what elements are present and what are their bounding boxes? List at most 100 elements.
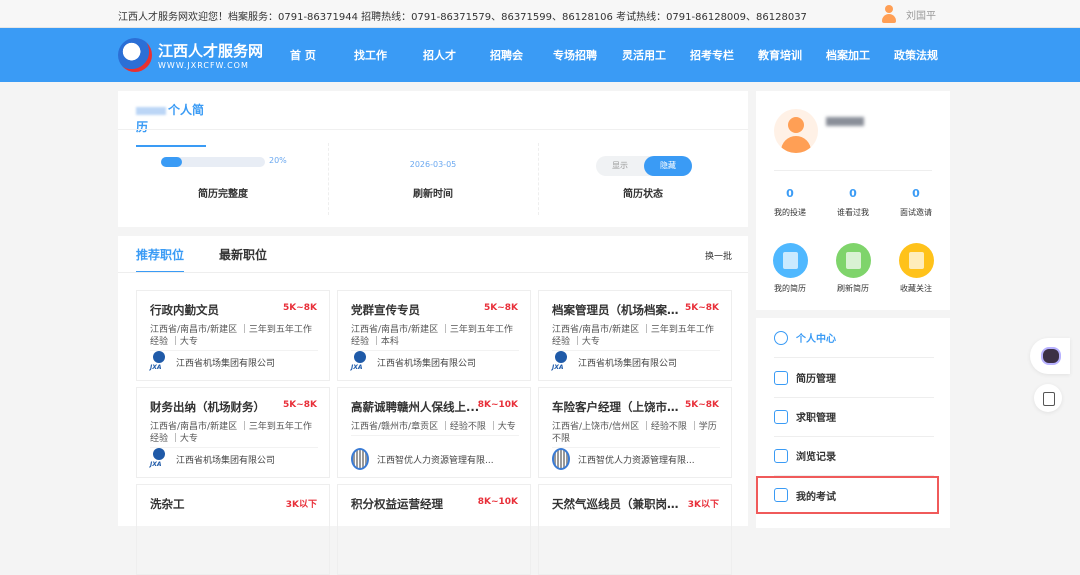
refresh-label: 刷新时间 <box>413 189 453 200</box>
resume-card: 个人简历 20% 简历完整度 2026-03-05 刷新时间 显示 隐藏 简历状… <box>118 91 748 227</box>
stat-applications[interactable]: 0 我的投递 <box>765 187 815 218</box>
resume-icon <box>772 243 808 278</box>
status-label: 简历状态 <box>623 189 663 200</box>
history-icon <box>774 448 788 463</box>
tab-recommended[interactable]: 推荐职位 <box>136 246 185 273</box>
id-card-icon <box>774 370 788 385</box>
job-card[interactable]: 天然气巡线员（兼职岗位... 3K以下 <box>538 484 732 575</box>
refresh-date: 2026-03-05 <box>409 160 457 169</box>
job-company[interactable]: 江西省机场集团有限公司 <box>150 448 320 470</box>
profile-avatar[interactable] <box>774 109 818 153</box>
company-logo-icon <box>552 351 570 373</box>
feedback-button[interactable] <box>1034 384 1062 412</box>
job-info: 江西省/南昌市/新建区 ｜三年到五年工作经验 ｜大专 <box>552 324 720 351</box>
welcome-notice: 江西人才服务网欢迎您！档案服务：0791-86371944 招聘热线：0791-… <box>118 12 807 23</box>
job-title[interactable]: 高薪诚聘赣州人保线上... <box>351 399 481 415</box>
job-card[interactable]: 车险客户经理（上饶市地... 5K~8K 江西省/上饶市/信州区 ｜经验不限 ｜学… <box>538 387 732 478</box>
job-title[interactable]: 洗杂工 <box>150 496 280 512</box>
job-card[interactable]: 积分权益运营经理 8K~10K <box>337 484 531 575</box>
job-salary: 5K~8K <box>282 400 317 410</box>
my-resume-button[interactable]: 我的简历 <box>765 243 815 294</box>
job-salary: 5K~8K <box>483 303 518 313</box>
completeness-label: 简历完整度 <box>198 189 248 200</box>
job-company[interactable]: 江西智优人力资源管理有限... <box>351 448 521 470</box>
job-title[interactable]: 车险客户经理（上饶市地... <box>552 399 682 415</box>
logo-url: WWW.JXRCFW.COM <box>158 61 249 70</box>
nav-special[interactable]: 专场招聘 <box>553 47 597 63</box>
menu-browse-history[interactable]: 浏览记录 <box>774 436 934 476</box>
site-logo[interactable]: 江西人才服务网 WWW.JXRCFW.COM <box>118 38 263 72</box>
job-title[interactable]: 积分权益运营经理 <box>351 496 481 512</box>
stat-viewed-me[interactable]: 0 谁看过我 <box>828 187 878 218</box>
company-logo-icon <box>351 351 369 373</box>
job-salary: 5K~8K <box>684 400 719 410</box>
job-company[interactable]: 江西省机场集团有限公司 <box>552 351 722 373</box>
job-title[interactable]: 财务出纳（机场财务） <box>150 399 280 415</box>
logo-title: 江西人才服务网 <box>158 42 264 60</box>
folder-star-icon <box>898 243 934 278</box>
completeness-value: 20% <box>269 156 287 165</box>
job-salary: 8K~10K <box>477 400 518 410</box>
user-menu-card: 个人中心 简历管理 求职管理 浏览记录 我的考试 <box>756 318 950 528</box>
stat-interviews[interactable]: 0 面试邀请 <box>891 187 941 218</box>
job-salary: 3K以下 <box>285 500 317 510</box>
company-logo-icon <box>150 448 168 470</box>
job-company[interactable]: 江西省机场集团有限公司 <box>150 351 320 373</box>
menu-my-exams[interactable]: 我的考试 <box>756 476 939 514</box>
nav-policy[interactable]: 政策法规 <box>894 47 938 63</box>
user-menu[interactable]: 刘国平 <box>880 4 936 24</box>
resume-title[interactable]: 个人简历 <box>136 101 206 147</box>
job-card[interactable]: 洗杂工 3K以下 <box>136 484 330 575</box>
menu-personal-center[interactable]: 个人中心 <box>774 318 934 358</box>
refresh-resume-button[interactable]: 刷新简历 <box>828 243 878 294</box>
nav-job-fair[interactable]: 招聘会 <box>490 47 523 63</box>
job-title[interactable]: 党群宣传专员 <box>351 302 481 318</box>
nav-flexible[interactable]: 灵活用工 <box>622 47 666 63</box>
job-title[interactable]: 行政内勤文员 <box>150 302 280 318</box>
company-logo-icon <box>150 351 168 373</box>
profile-card: 0 我的投递 0 谁看过我 0 面试邀请 我的简历 刷新简历 收藏关注 <box>756 91 950 310</box>
tab-latest[interactable]: 最新职位 <box>219 246 267 271</box>
job-card[interactable]: 行政内勤文员 5K~8K 江西省/南昌市/新建区 ｜三年到五年工作经验 ｜大专 江… <box>136 290 330 381</box>
job-card[interactable]: 党群宣传专员 5K~8K 江西省/南昌市/新建区 ｜三年到五年工作经验 ｜本科 江… <box>337 290 531 381</box>
profile-name-blurred <box>826 117 864 126</box>
completeness-stat: 20% 简历完整度 <box>118 143 328 215</box>
clipboard-check-icon <box>774 488 788 502</box>
job-info: 江西省/赣州市/章贡区 ｜经验不限 ｜大专 <box>351 421 519 436</box>
toggle-hide[interactable]: 隐藏 <box>644 156 692 176</box>
menu-job-management[interactable]: 求职管理 <box>774 397 934 437</box>
job-title[interactable]: 天然气巡线员（兼职岗位... <box>552 496 682 512</box>
job-info: 江西省/南昌市/新建区 ｜三年到五年工作经验 ｜大专 <box>150 421 318 448</box>
jobs-card: 推荐职位 最新职位 换一批 行政内勤文员 5K~8K 江西省/南昌市/新建区 ｜三… <box>118 236 748 575</box>
job-card[interactable]: 财务出纳（机场财务） 5K~8K 江西省/南昌市/新建区 ｜三年到五年工作经验 ｜… <box>136 387 330 478</box>
refresh-icon <box>835 243 871 278</box>
toggle-show[interactable]: 显示 <box>596 156 644 176</box>
nav-archive[interactable]: 档案加工 <box>826 47 870 63</box>
menu-resume-management[interactable]: 简历管理 <box>774 358 934 398</box>
resume-visibility-toggle[interactable]: 显示 隐藏 <box>596 156 692 176</box>
nav-home[interactable]: 首 页 <box>290 47 316 63</box>
briefcase-icon <box>774 409 788 424</box>
status-stat: 显示 隐藏 简历状态 <box>538 143 748 215</box>
job-card[interactable]: 档案管理员（机场档案 / ... 5K~8K 江西省/南昌市/新建区 ｜三年到五年… <box>538 290 732 381</box>
job-title[interactable]: 档案管理员（机场档案 / ... <box>552 302 682 318</box>
job-company[interactable]: 江西智优人力资源管理有限... <box>552 448 722 470</box>
job-company[interactable]: 江西省机场集团有限公司 <box>351 351 521 373</box>
top-bar: 江西人才服务网欢迎您！档案服务：0791-86371944 招聘热线：0791-… <box>0 0 1080 28</box>
logo-icon <box>118 38 152 72</box>
job-card[interactable]: 高薪诚聘赣州人保线上... 8K~10K 江西省/赣州市/章贡区 ｜经验不限 ｜大… <box>337 387 531 478</box>
user-circle-icon <box>774 330 788 345</box>
nav-find-job[interactable]: 找工作 <box>354 47 387 63</box>
job-salary: 5K~8K <box>684 303 719 313</box>
nav-find-talent[interactable]: 招人才 <box>423 47 456 63</box>
ai-assistant-button[interactable] <box>1030 338 1070 374</box>
main-nav: 江西人才服务网 WWW.JXRCFW.COM 首 页 找工作 招人才 招聘会 专场… <box>0 28 1080 82</box>
refresh-batch-link[interactable]: 换一批 <box>705 249 732 262</box>
job-info: 江西省/南昌市/新建区 ｜三年到五年工作经验 ｜本科 <box>351 324 519 351</box>
favorites-button[interactable]: 收藏关注 <box>891 243 941 294</box>
job-info: 江西省/南昌市/新建区 ｜三年到五年工作经验 ｜大专 <box>150 324 318 351</box>
nav-exam[interactable]: 招考专栏 <box>690 47 734 63</box>
company-logo-icon <box>552 448 570 470</box>
company-logo-icon <box>351 448 369 470</box>
nav-education[interactable]: 教育培训 <box>758 47 802 63</box>
